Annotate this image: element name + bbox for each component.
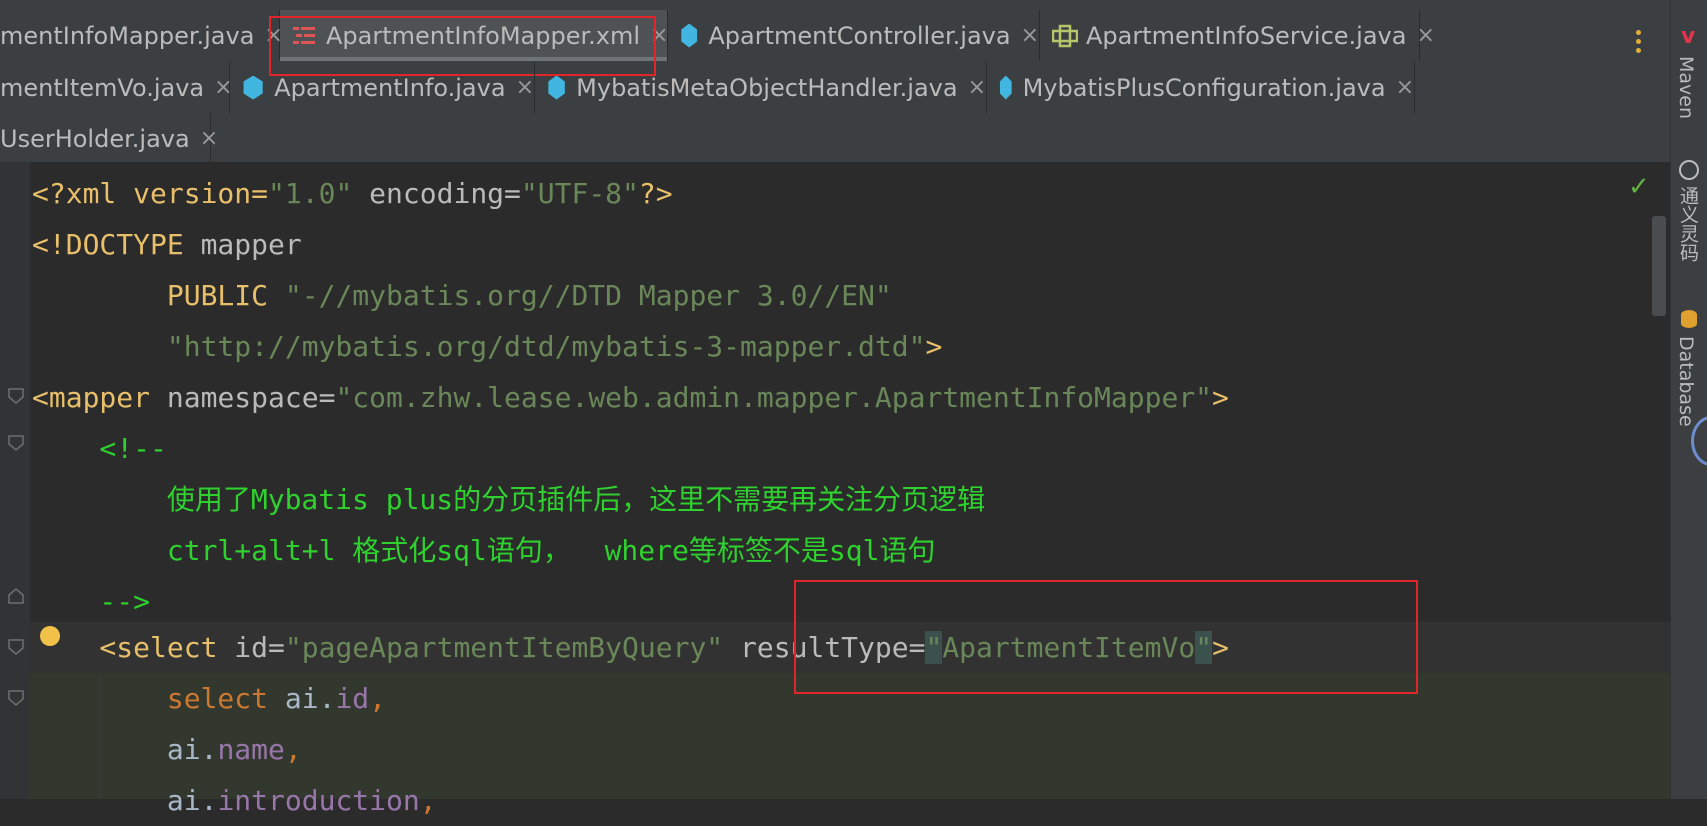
tab-mybatis-plus-configuration-java[interactable]: MybatisPlusConfiguration.java × [987,62,1415,113]
java-class-icon [999,75,1012,100]
tab-label: MybatisPlusConfiguration.java [1022,73,1386,102]
code-line-4: "http://mybatis.org/dtd/mybatis-3-mapper… [166,330,943,363]
close-icon[interactable]: × [1416,23,1434,48]
code-line-3: PUBLIC "-//mybatis.org//DTD Mapper 3.0//… [32,279,892,312]
fold-icon[interactable] [7,689,25,707]
tab-label: mentItemVo.java [0,73,205,102]
tab-row-2: mentItemVo.java × ApartmentInfo.java × M… [0,62,1670,113]
tab-label: ApartmentInfoService.java [1086,21,1407,50]
code-line-2: <!DOCTYPE mapper [32,228,302,261]
tab-apartment-controller-java[interactable]: ApartmentController.java × [668,10,1040,61]
code-editor[interactable]: <?xml version="1.0" encoding="UTF-8"?> <… [0,162,1670,817]
close-icon[interactable]: × [200,126,218,151]
fold-icon[interactable] [7,387,25,405]
tab-row-1: mentInfoMapper.java × ApartmentInfoMappe… [0,10,1670,61]
tab-apartment-info-mapper-java[interactable]: mentInfoMapper.java × [0,10,283,61]
code-line-11: select ai.id, [32,682,387,715]
code-line-1: <?xml version="1.0" encoding="UTF-8"?> [32,177,673,210]
code-line-5: <mapper namespace="com.zhw.lease.web.adm… [32,381,1229,414]
code-line-6: <!-- [32,432,167,465]
tab-user-holder-java[interactable]: UserHolder.java × [0,113,218,164]
java-class-icon [548,75,565,100]
highlight-box-result-type [794,580,1418,694]
java-class-icon [681,23,698,48]
close-icon[interactable]: × [968,75,986,100]
tab-label: ApartmentController.java [708,21,1011,50]
code-line-9: --> [32,585,151,618]
database-tool-button[interactable]: Database [1675,336,1697,427]
close-icon[interactable]: × [516,75,534,100]
interface-icon [1051,24,1079,48]
right-tool-window-bar: v Maven 通义灵码 Database [1670,0,1707,799]
vertical-scrollbar[interactable] [1652,216,1666,316]
maven-icon: v [1681,24,1696,49]
tab-apartment-info-service-java[interactable]: ApartmentInfoService.java × [1040,10,1435,61]
tab-label: mentInfoMapper.java [0,21,255,50]
database-icon [1681,310,1697,328]
tab-label: UserHolder.java [0,124,190,153]
more-tabs-icon[interactable] [1636,30,1642,57]
code-line-7: 使用了Mybatis plus的分页插件后，这里不需要再关注分页逻辑 [32,483,986,516]
close-icon[interactable]: × [1396,75,1414,100]
java-class-icon [243,75,263,100]
editor-tab-bar: mentInfoMapper.java × ApartmentInfoMappe… [0,0,1670,164]
tab-mybatis-meta-object-handler-java[interactable]: MybatisMetaObjectHandler.java × [535,62,987,113]
fold-icon[interactable] [7,434,25,452]
maven-tool-button[interactable]: Maven [1675,56,1697,119]
tongyi-icon [1679,160,1699,180]
code-line-12: ai.name, [32,733,302,766]
code-line-13: ai.introduction, [32,784,437,817]
tongyi-tool-button[interactable]: 通义灵码 [1675,186,1702,262]
tab-label: ApartmentInfo.java [274,73,506,102]
fold-end-icon[interactable] [7,587,25,605]
tab-row-3: UserHolder.java × [0,113,1670,164]
close-icon[interactable]: × [1021,23,1039,48]
tab-apartment-info-java[interactable]: ApartmentInfo.java × [230,62,535,113]
tab-apartment-item-vo-java[interactable]: mentItemVo.java × [0,62,233,113]
code-line-8: ctrl+alt+l 格式化sql语句， where等标签不是sql语句 [32,534,936,567]
inspection-ok-icon[interactable]: ✓ [1628,172,1650,202]
tab-label: MybatisMetaObjectHandler.java [576,73,958,102]
fold-icon[interactable] [7,638,25,656]
